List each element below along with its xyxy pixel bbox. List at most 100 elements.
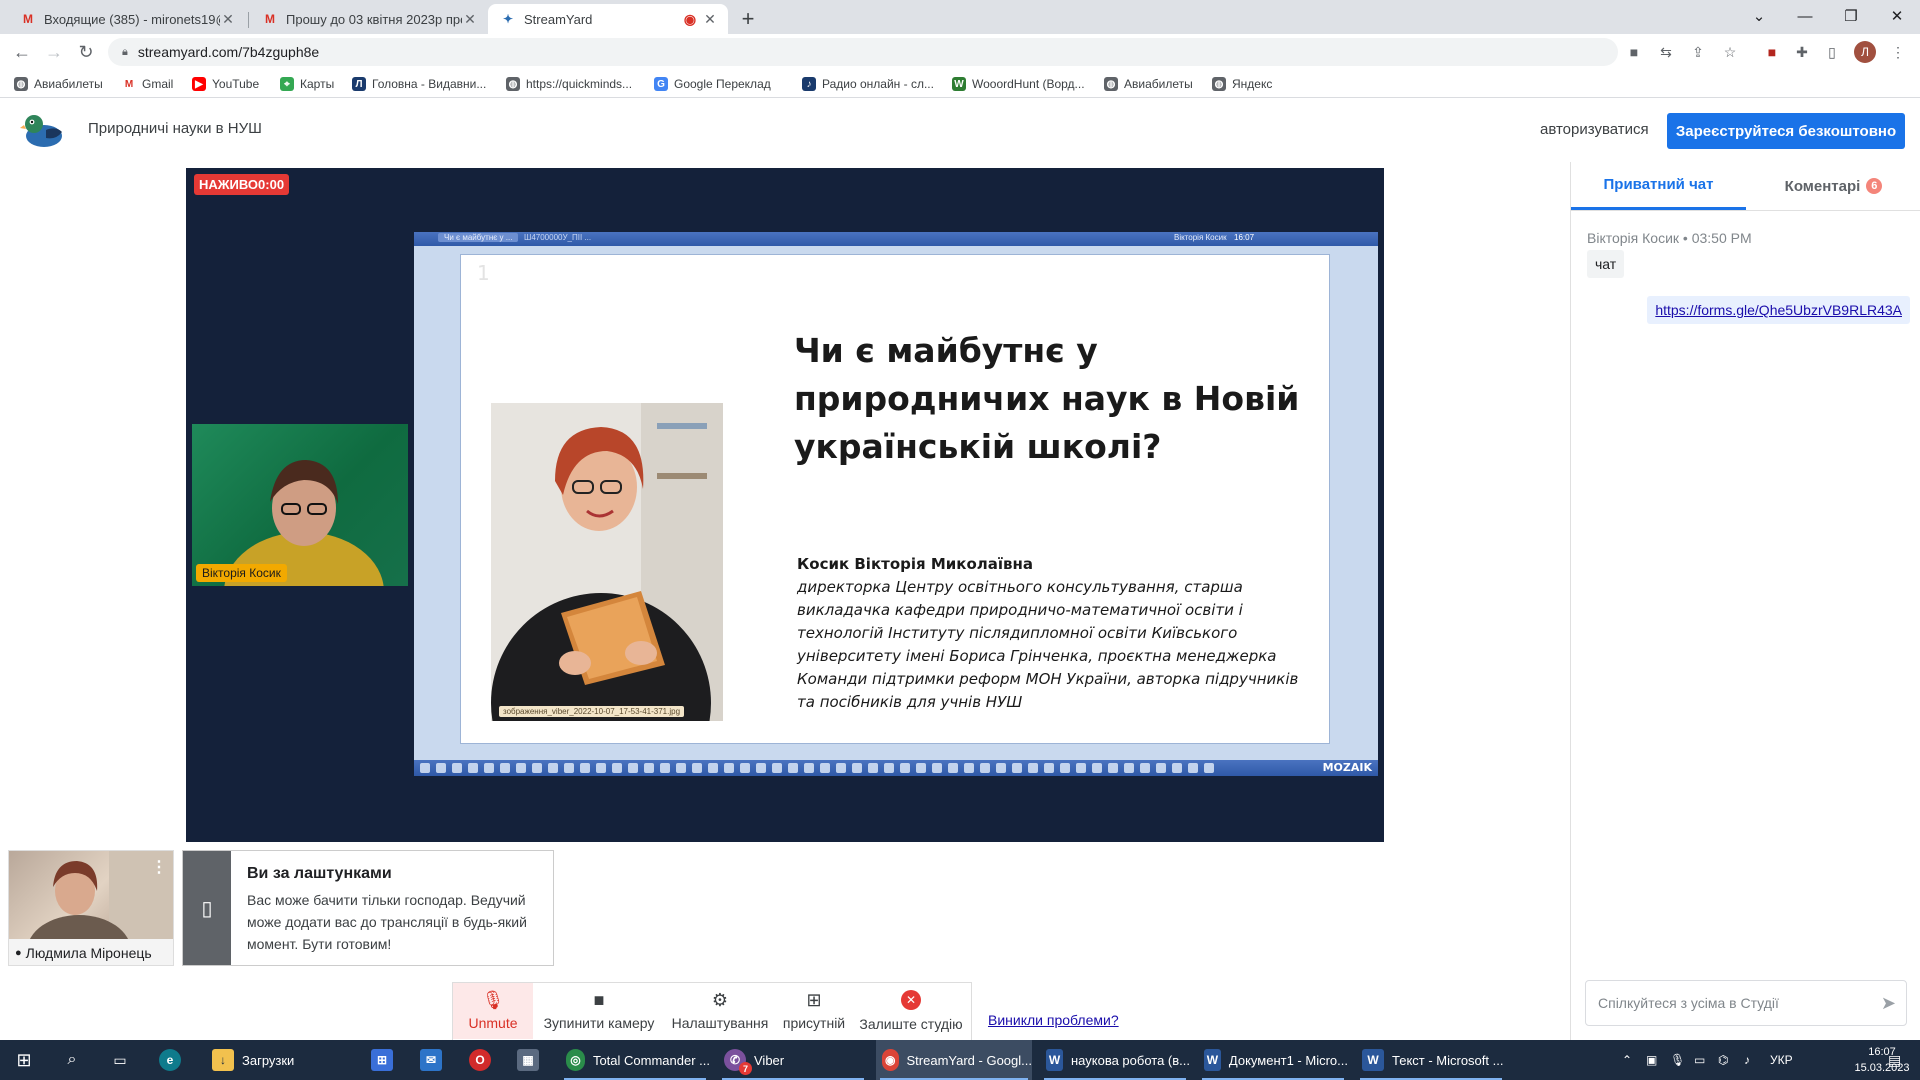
tool-icon xyxy=(468,763,478,773)
bookmark-item[interactable]: ◍ https://quickminds... xyxy=(506,74,632,94)
camera-permission-icon[interactable]: ■ xyxy=(1624,42,1644,62)
tool-icon xyxy=(692,763,702,773)
self-name-row: ● Людмила Міронець xyxy=(15,945,152,961)
taskbar-item-word-2[interactable]: W Документ1 - Micro... xyxy=(1198,1040,1348,1080)
close-window-button[interactable]: ✕ xyxy=(1874,0,1920,32)
bookmark-item[interactable]: ◍ Яндекс xyxy=(1212,74,1272,94)
chrome-icon: ◉ xyxy=(882,1049,899,1071)
taskbar-item-streamyard[interactable]: ◉ StreamYard - Googl... xyxy=(876,1040,1032,1080)
speaker-photo: зображення_viber_2022-10-07_17-53-41-371… xyxy=(491,403,723,721)
mail-button[interactable]: ✉ xyxy=(416,1040,446,1080)
signup-button[interactable]: Зареєструйтеся безкоштовно xyxy=(1667,113,1905,149)
bookmark-item[interactable]: ♪ Радио онлайн - сл... xyxy=(802,74,934,94)
stop-camera-button[interactable]: ■ Зупинити камеру xyxy=(537,983,661,1039)
bookmark-item[interactable]: ◍ Авиабилеты xyxy=(14,74,103,94)
restore-button[interactable]: ❐ xyxy=(1828,0,1874,32)
self-preview-tile[interactable]: ⋮ ● Людмила Міронець xyxy=(8,850,174,966)
search-button[interactable]: ⌕ xyxy=(58,1040,86,1080)
camera-tray-icon[interactable]: ▣ xyxy=(1646,1040,1657,1080)
bookmark-item[interactable]: ▶ YouTube xyxy=(192,74,259,94)
chat-input[interactable]: Спілкуйтеся з усіма в Студії ➤ xyxy=(1585,980,1907,1026)
bookmark-item[interactable]: W WooordHunt (Ворд... xyxy=(952,74,1085,94)
chevron-up-icon: ⌃ xyxy=(1622,1053,1633,1067)
calculator-button[interactable]: ▦ xyxy=(514,1040,542,1080)
bookmark-item[interactable]: ⌖ Карты xyxy=(280,74,334,94)
send-icon[interactable]: ➤ xyxy=(1881,993,1896,1014)
address-bar[interactable]: 🔒︎ streamyard.com/7b4zguph8e xyxy=(108,38,1618,66)
tab-comments[interactable]: Коментарі 6 xyxy=(1746,162,1920,210)
chat-link-message[interactable]: https://forms.gle/Qhe5UbzrVB9RLR43A xyxy=(1647,296,1910,324)
network-icon[interactable]: ⌬ xyxy=(1718,1040,1728,1080)
leave-studio-button[interactable]: ✕ Залиште студію xyxy=(853,983,969,1039)
taskbar-item-total-commander[interactable]: ◎ Total Commander ... xyxy=(560,1040,710,1080)
language-indicator[interactable]: УКР xyxy=(1770,1040,1793,1080)
bookmarks-bar: ◍ Авиабилеты M Gmail ▶ YouTube ⌖ Карты Л Голо… xyxy=(0,70,1920,98)
bookmark-star-icon[interactable]: ☆ xyxy=(1720,42,1740,62)
close-tab-icon[interactable]: ✕ xyxy=(702,11,718,28)
microphone-tray-icon[interactable]: 🎙︎ xyxy=(1670,1040,1685,1080)
side-panel-icon[interactable]: ▯ xyxy=(1822,42,1842,62)
task-view-icon: ▭ xyxy=(113,1051,127,1068)
tab-search-button[interactable]: ⌄ xyxy=(1736,0,1782,32)
tool-icon xyxy=(1204,763,1214,773)
reload-button[interactable]: ↻ xyxy=(74,40,98,64)
streamyard-duck-logo[interactable] xyxy=(20,110,64,150)
start-button[interactable]: ⊞ xyxy=(10,1040,38,1080)
bookmark-item[interactable]: Л Головна - Видавни... xyxy=(352,74,486,94)
bookmark-item[interactable]: M Gmail xyxy=(122,74,173,94)
new-tab-button[interactable]: + xyxy=(730,4,766,34)
show-hidden-icons-button[interactable]: ⌃ xyxy=(1622,1040,1632,1080)
tool-icon xyxy=(1092,763,1102,773)
minimize-icon: — xyxy=(1797,7,1813,25)
leave-studio-label: Залиште студію xyxy=(859,1016,963,1032)
taskbar-item-word-3[interactable]: W Текст - Microsoft ... xyxy=(1356,1040,1506,1080)
problems-link[interactable]: Виникли проблеми? xyxy=(988,1012,1119,1028)
browser-tab-gmail-message[interactable]: M Прошу до 03 квітня 2023р прос ✕ xyxy=(250,4,488,34)
display-tray-icon[interactable]: ▭ xyxy=(1694,1040,1705,1080)
bookmark-item[interactable]: G Google Переклад xyxy=(654,74,771,94)
backstage-text: Вас може бачити тільки господар. Ведучий… xyxy=(247,892,527,952)
url-text: streamyard.com/7b4zguph8e xyxy=(137,44,320,60)
tab-private-chat[interactable]: Приватний чат xyxy=(1571,162,1746,210)
tool-icon xyxy=(900,763,910,773)
extension-icon[interactable]: ■ xyxy=(1762,42,1782,62)
chat-input-placeholder: Спілкуйтеся з усіма в Студії xyxy=(1598,995,1779,1011)
unmute-button[interactable]: 🎙︎ Unmute xyxy=(453,983,533,1039)
puzzle-extensions-icon[interactable]: ✚ xyxy=(1792,42,1812,62)
taskbar-label: Viber xyxy=(754,1052,785,1068)
browser-tab-gmail-inbox[interactable]: M Входящие (385) - mironets19@g ✕ xyxy=(8,4,246,34)
present-button[interactable]: ⊞ присутній xyxy=(779,983,849,1039)
forward-button[interactable]: → xyxy=(42,40,66,64)
tool-icon xyxy=(980,763,990,773)
login-link[interactable]: авторизуватися xyxy=(1540,121,1649,138)
tool-icon xyxy=(660,763,670,773)
close-tab-icon[interactable]: ✕ xyxy=(462,11,478,28)
system-clock[interactable]: 16:07 15.03.2023 xyxy=(1852,1044,1912,1076)
notifications-icon[interactable]: ▤ xyxy=(1888,1040,1901,1080)
settings-button[interactable]: ⚙ Налаштування xyxy=(667,983,773,1039)
browser-tab-streamyard[interactable]: ✦ StreamYard ◉ ✕ xyxy=(488,4,728,34)
translate-icon[interactable]: ⇆ xyxy=(1656,42,1676,62)
taskbar-item-downloads[interactable]: ↓ Загрузки xyxy=(206,1040,356,1080)
speaker-bio: директорка Центру освітнього консультува… xyxy=(797,578,1299,711)
task-view-button[interactable]: ▭ xyxy=(106,1040,134,1080)
close-tab-icon[interactable]: ✕ xyxy=(220,11,236,28)
bookmark-item[interactable]: ◍ Авиабилеты xyxy=(1104,74,1193,94)
minimize-button[interactable]: — xyxy=(1782,0,1828,32)
more-menu-icon[interactable]: ⋮ xyxy=(1888,42,1908,62)
opera-button[interactable]: O xyxy=(466,1040,494,1080)
person-icon: ● xyxy=(15,947,22,959)
more-options-icon[interactable]: ⋮ xyxy=(151,857,167,877)
bookmark-label: Авиабилеты xyxy=(1124,77,1193,91)
share-icon[interactable]: ⇪ xyxy=(1688,42,1708,62)
edge-button[interactable]: e xyxy=(156,1040,184,1080)
taskbar-label: Загрузки xyxy=(242,1052,295,1068)
show-title: Природничі науки в НУШ xyxy=(88,120,262,137)
taskbar-item-word-1[interactable]: W наукова робота (в... xyxy=(1040,1040,1190,1080)
store-button[interactable]: ⊞ xyxy=(368,1040,396,1080)
volume-icon[interactable]: ♪ xyxy=(1744,1040,1750,1080)
taskbar-item-viber[interactable]: ✆ 7 Viber xyxy=(718,1040,868,1080)
profile-avatar[interactable]: Л xyxy=(1854,41,1876,63)
streamyard-icon: ✦ xyxy=(502,12,514,26)
back-button[interactable]: ← xyxy=(10,40,34,64)
